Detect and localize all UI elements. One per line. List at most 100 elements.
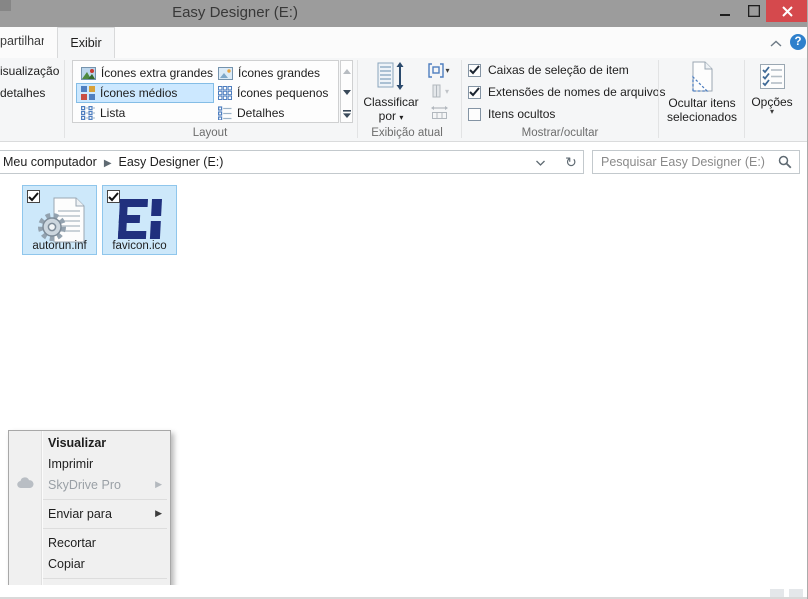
gallery-scroll-up-button[interactable]: [341, 61, 352, 82]
ribbon-tab-row: partilhar Exibir ?: [0, 27, 808, 58]
address-dropdown-button[interactable]: [535, 154, 546, 177]
refresh-icon: ↻: [565, 154, 577, 171]
easy-designer-logo-icon: [117, 199, 165, 241]
dropdown-arrow-icon: ▾: [399, 113, 403, 122]
setup-file-icon: [36, 197, 88, 243]
minimize-button[interactable]: [714, 0, 736, 22]
app-icon: [0, 0, 11, 11]
menu-separator: [9, 574, 170, 582]
layout-option-extra-large-icons[interactable]: Ícones extra grandes: [77, 63, 213, 83]
ribbon: isualização detalhes Ícones extra grande…: [0, 58, 808, 142]
chevron-up-icon: [770, 40, 782, 48]
refresh-button[interactable]: ↻: [559, 150, 584, 174]
search-icon: [778, 155, 792, 174]
menu-separator: [9, 524, 170, 532]
group-by-icon: [428, 63, 444, 78]
hide-selected-items-icon: [689, 61, 715, 93]
breadcrumb-arrow-icon: ▶: [97, 158, 119, 169]
breadcrumb-drive[interactable]: Easy Designer (E:): [119, 155, 224, 169]
titlebar: Easy Designer (E:): [0, 0, 808, 27]
layout-gallery-scrollbar: [340, 60, 353, 123]
layout-option-large-icons[interactable]: Ícones grandes: [214, 63, 334, 83]
submenu-arrow-icon: ▶: [155, 508, 162, 519]
window-title: Easy Designer (E:): [95, 4, 375, 21]
large-icons-icon: [218, 67, 233, 80]
address-bar[interactable]: Meu computador▶Easy Designer (E:): [0, 150, 560, 174]
menu-item-enviar-para[interactable]: Enviar para ▶: [9, 503, 170, 524]
options-button[interactable]: Opções ▾: [748, 60, 796, 115]
close-button[interactable]: [766, 0, 808, 22]
status-bar: [0, 585, 808, 599]
add-columns-button-disabled[interactable]: ▾: [424, 82, 454, 101]
group-divider: [461, 60, 462, 138]
breadcrumb-my-computer[interactable]: Meu computador: [3, 155, 97, 169]
tab-exibir[interactable]: Exibir: [57, 27, 115, 58]
file-name-label: favicon.ico: [103, 240, 176, 252]
sort-by-button[interactable]: Classificar por ▾: [362, 60, 420, 123]
submenu-arrow-icon: ▶: [155, 479, 162, 490]
gallery-scroll-down-button[interactable]: [341, 82, 352, 103]
size-columns-button-disabled[interactable]: [424, 102, 454, 121]
cloud-icon: [17, 477, 34, 492]
menu-item-copiar[interactable]: Copiar: [9, 553, 170, 574]
dropdown-arrow-icon: ▾: [445, 87, 449, 96]
file-list-area[interactable]: autorun.inf favicon.ico Visualizar Impri…: [0, 178, 808, 585]
preview-pane-button[interactable]: isualização: [0, 64, 59, 78]
maximize-button[interactable]: [743, 0, 765, 22]
extra-large-icons-icon: [81, 67, 96, 80]
collapse-ribbon-button[interactable]: [770, 35, 786, 51]
search-box[interactable]: Pesquisar Easy Designer (E:): [592, 150, 800, 174]
gallery-more-button[interactable]: [341, 103, 352, 124]
menu-separator: [9, 495, 170, 503]
checkbox-checked-icon: [468, 64, 481, 77]
group-by-button[interactable]: ▾: [424, 61, 454, 80]
group-label-show-hide: Mostrar/ocultar: [490, 127, 630, 139]
chevron-down-icon: [535, 154, 546, 172]
layout-option-medium-icons[interactable]: Ícones médios: [76, 83, 214, 103]
address-row: Meu computador▶Easy Designer (E:) ↻ Pesq…: [0, 146, 808, 178]
checkbox-unchecked-icon: [468, 108, 481, 121]
group-divider: [658, 60, 659, 138]
details-view-toggle-button[interactable]: [770, 589, 784, 597]
file-item-favicon[interactable]: favicon.ico: [102, 185, 177, 255]
group-divider: [64, 60, 65, 138]
menu-item-imprimir[interactable]: Imprimir: [9, 453, 170, 474]
layout-option-details[interactable]: Detalhes: [214, 103, 334, 123]
gallery-more-icon: [343, 110, 351, 118]
tab-compartilhar[interactable]: partilhar: [0, 34, 44, 48]
layout-option-list[interactable]: Lista: [77, 103, 213, 123]
search-placeholder: Pesquisar Easy Designer (E:): [601, 155, 765, 169]
hide-selected-items-button[interactable]: Ocultar itens selecionados: [663, 60, 741, 124]
small-icons-icon: [218, 86, 232, 100]
file-name-label: autorun.inf: [23, 240, 96, 252]
checkbox-checked-icon: [468, 86, 481, 99]
thumbnail-view-toggle-button[interactable]: [789, 589, 803, 597]
help-button[interactable]: ?: [790, 34, 806, 50]
checkbox-file-name-extensions[interactable]: Extensões de nomes de arquivos: [468, 85, 665, 99]
menu-item-recortar[interactable]: Recortar: [9, 532, 170, 553]
size-columns-icon: [431, 104, 448, 120]
medium-icons-icon: [81, 86, 95, 100]
triangle-up-icon: [343, 69, 351, 74]
sort-by-icon: [377, 62, 405, 92]
file-item-autorun[interactable]: autorun.inf: [22, 185, 97, 255]
group-label-current-view: Exibição atual: [352, 127, 462, 139]
dropdown-arrow-icon: ▾: [445, 66, 449, 75]
menu-item-visualizar[interactable]: Visualizar: [9, 432, 170, 453]
checkbox-hidden-items[interactable]: Itens ocultos: [468, 107, 555, 121]
triangle-down-icon: [343, 90, 351, 95]
details-pane-button[interactable]: detalhes: [0, 86, 45, 100]
add-columns-icon: [429, 84, 444, 99]
breadcrumb: Meu computador▶Easy Designer (E:): [3, 155, 223, 169]
maximize-icon: [748, 5, 760, 17]
group-divider: [744, 60, 745, 138]
layout-option-small-icons[interactable]: Ícones pequenos: [214, 83, 334, 103]
checkbox-item-check-boxes[interactable]: Caixas de seleção de item: [468, 63, 629, 77]
minimize-icon: [720, 6, 731, 17]
menu-item-skydrive-pro[interactable]: SkyDrive Pro ▶: [9, 474, 170, 495]
dropdown-arrow-icon: ▾: [748, 109, 796, 115]
layout-gallery: Ícones extra grandes Ícones grandes Ícon…: [72, 60, 339, 123]
close-icon: [782, 6, 793, 17]
details-view-icon: [218, 106, 232, 120]
group-label-layout: Layout: [130, 127, 290, 139]
